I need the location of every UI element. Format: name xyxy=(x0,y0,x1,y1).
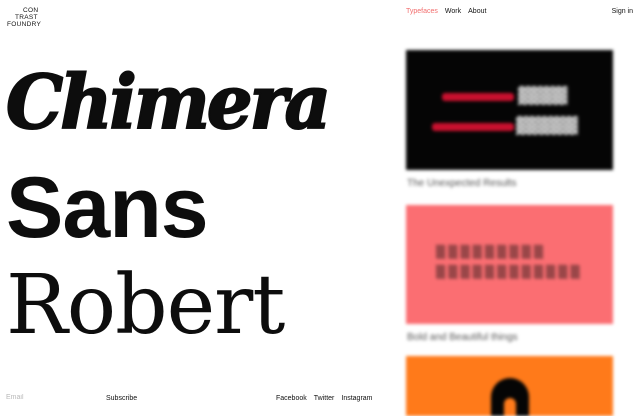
twitter-link[interactable]: Twitter xyxy=(314,395,335,402)
project-image-3 xyxy=(406,356,613,416)
typeface-chimera[interactable]: Chimera xyxy=(5,62,332,144)
subscribe-button[interactable]: Subscribe xyxy=(106,395,137,402)
logo-line-2: TRAST xyxy=(15,14,38,21)
email-field[interactable] xyxy=(6,394,96,401)
project-image-2: ▒▒▒▒▒▒▒▒▒ ▒▒▒▒▒▒▒▒▒▒▒▒ xyxy=(406,205,613,324)
foundry-logo[interactable]: CON TRAST FOUNDRY xyxy=(7,7,41,28)
white-text-blur: ▓▓▓▓▓ xyxy=(516,116,578,135)
pink-card-text-line: ▒▒▒▒▒▒▒▒▒▒▒▒ xyxy=(436,265,583,279)
typeface-robert[interactable]: Robert xyxy=(6,260,285,352)
white-text-blur: ▓▓▓▓ xyxy=(518,86,568,105)
facebook-link[interactable]: Facebook xyxy=(276,395,307,402)
main-nav: Typefaces Work About xyxy=(406,8,486,15)
footer: Subscribe Facebook Twitter Instagram xyxy=(0,394,390,408)
nav-work[interactable]: Work xyxy=(445,8,461,15)
project-caption-1: The Unexpected Results xyxy=(407,178,517,189)
nav-typefaces[interactable]: Typefaces xyxy=(406,8,438,15)
logo-line-1: CON xyxy=(23,7,39,14)
project-card-2[interactable]: ▒▒▒▒▒▒▒▒▒ ▒▒▒▒▒▒▒▒▒▒▒▒ Bold and Beautifu… xyxy=(406,205,613,343)
social-links: Facebook Twitter Instagram xyxy=(276,395,373,402)
project-card-3[interactable] xyxy=(406,356,613,416)
red-text-stroke xyxy=(442,93,514,101)
arch-shape xyxy=(491,378,529,416)
red-text-stroke xyxy=(432,123,514,131)
instagram-link[interactable]: Instagram xyxy=(341,395,372,402)
project-caption-2: Bold and Beautiful things xyxy=(407,332,518,343)
pink-card-text-line: ▒▒▒▒▒▒▒▒▒ xyxy=(436,245,547,259)
typeface-sans[interactable]: Sans xyxy=(6,163,209,253)
sign-in-link[interactable]: Sign in xyxy=(612,8,633,15)
logo-line-3: FOUNDRY xyxy=(7,21,42,28)
project-image-1: ▓▓▓▓ ▓▓▓▓▓ xyxy=(406,50,613,170)
project-card-1[interactable]: ▓▓▓▓ ▓▓▓▓▓ The Unexpected Results xyxy=(406,50,613,189)
nav-about[interactable]: About xyxy=(468,8,486,15)
